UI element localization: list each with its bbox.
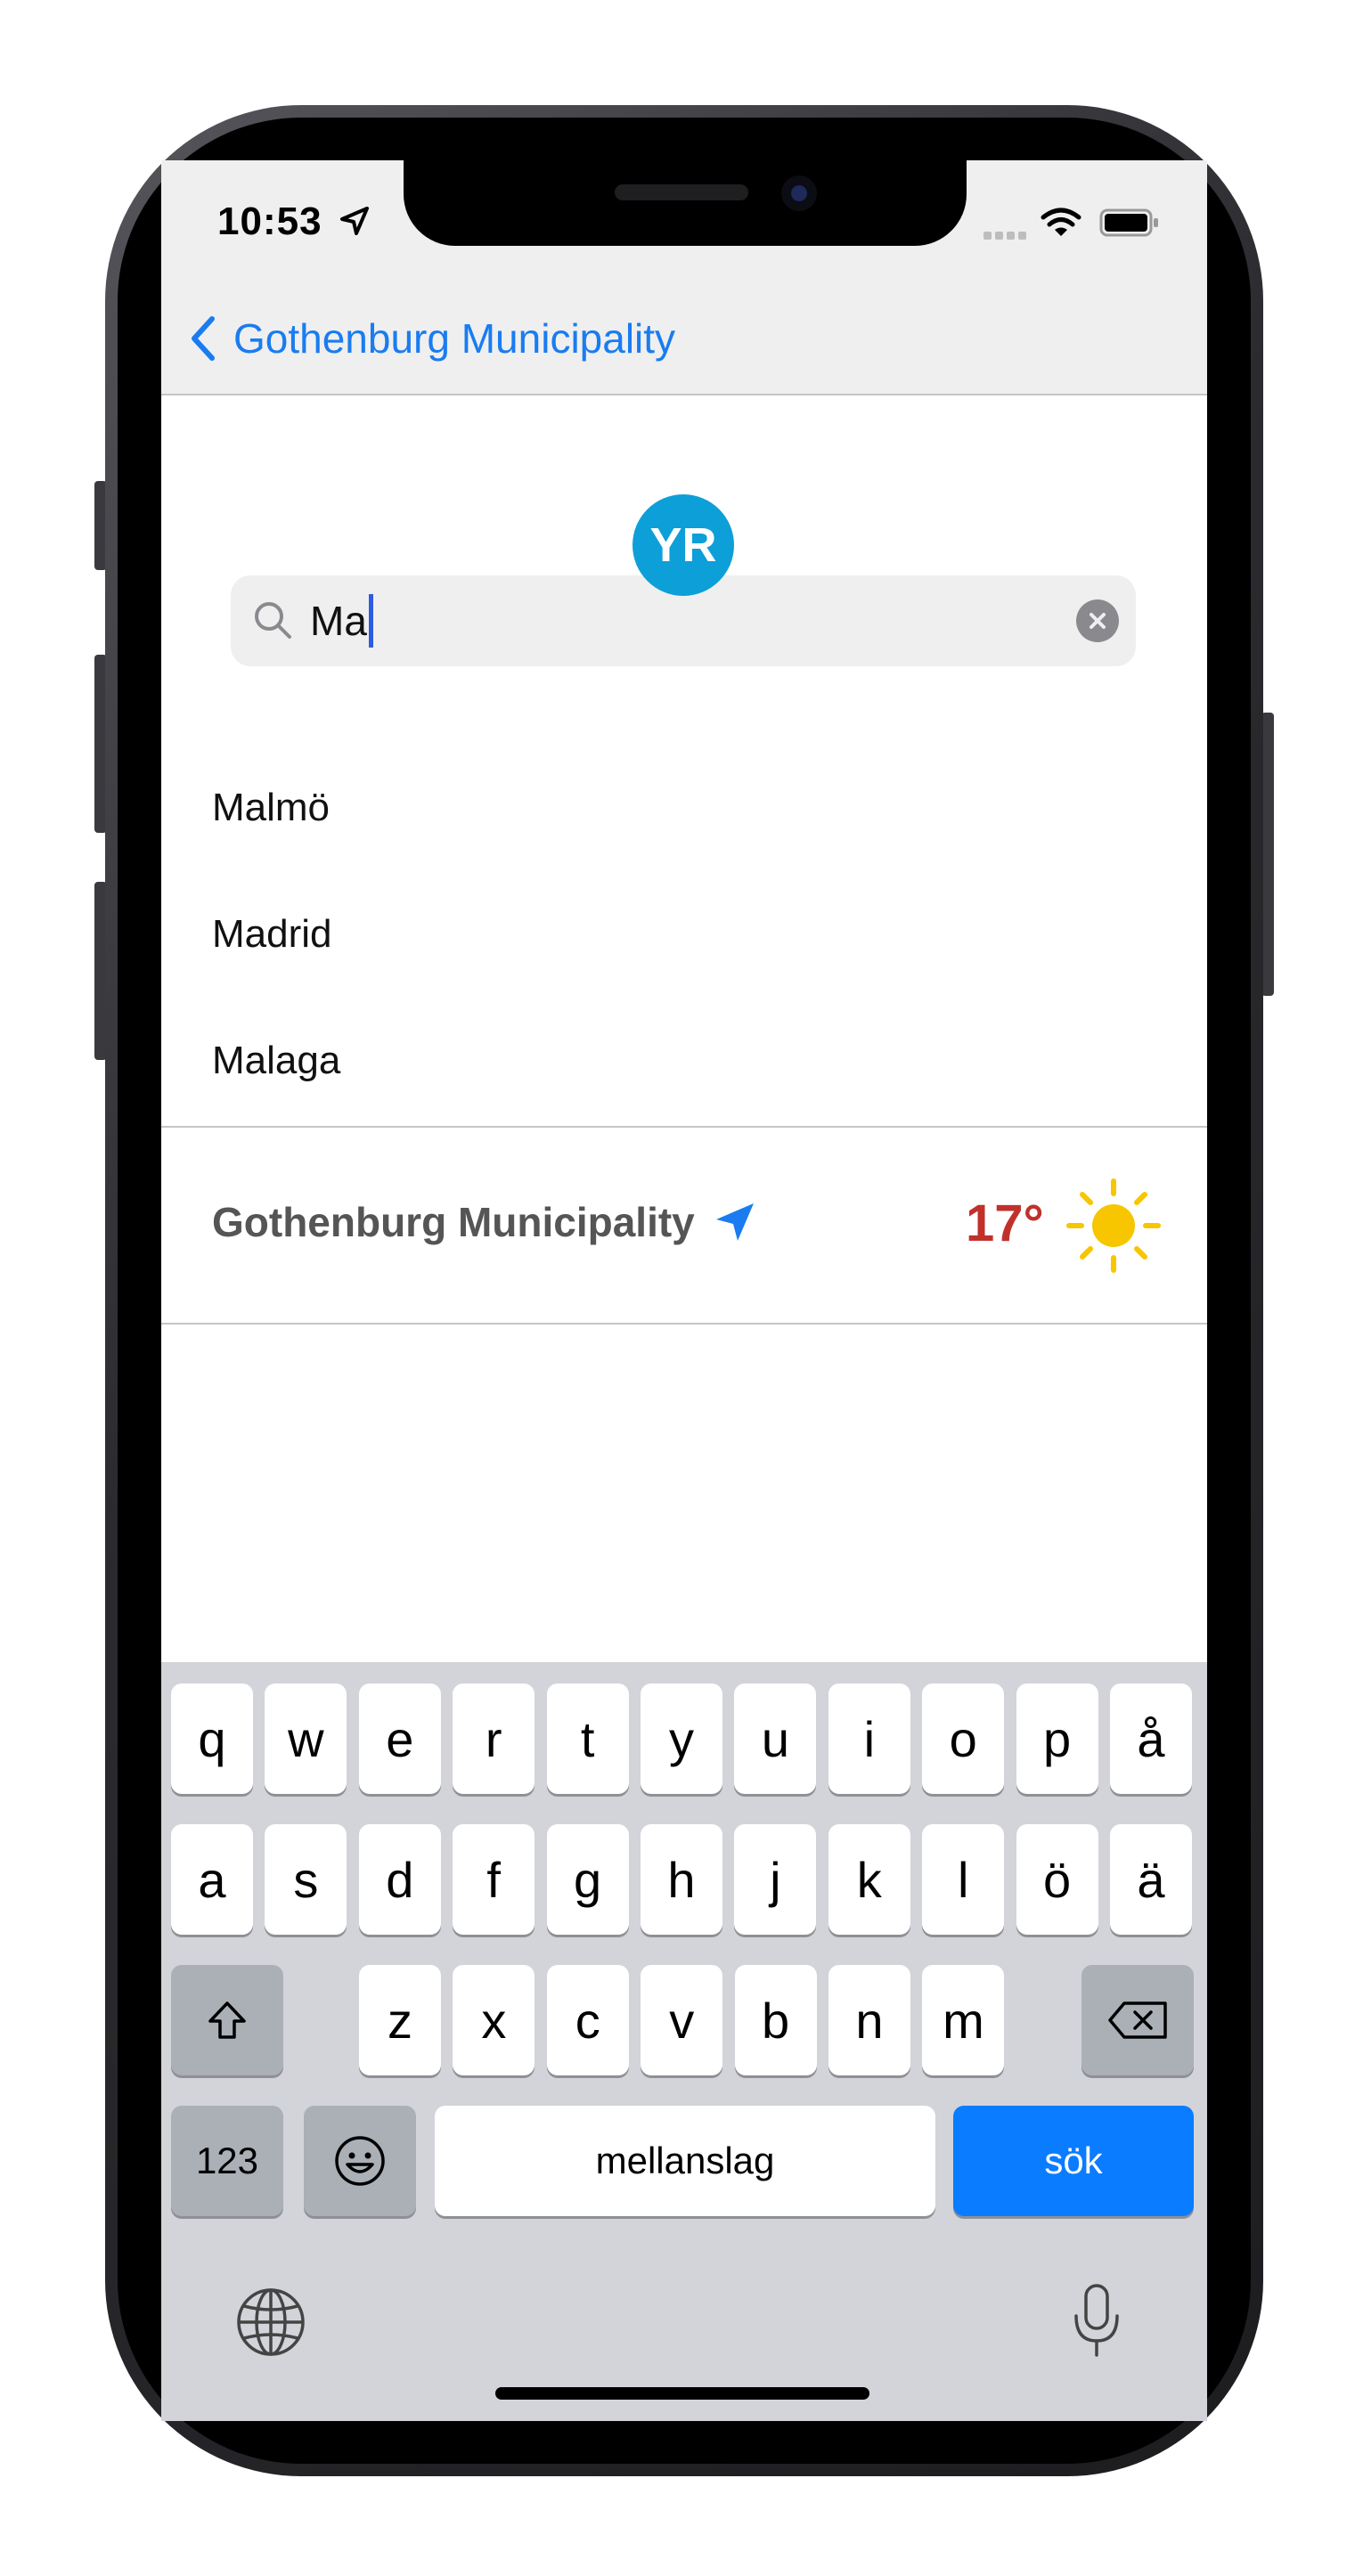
key-row2-9[interactable]: l [922, 1824, 1005, 1935]
microphone-icon[interactable] [1065, 2280, 1128, 2360]
home-indicator [495, 2387, 869, 2400]
emoji-key[interactable] [304, 2106, 416, 2216]
current-location-row[interactable]: Gothenburg Municipality [212, 1198, 757, 1246]
key-row3-2[interactable]: x [453, 1965, 535, 2075]
key-row1-9[interactable]: o [922, 1683, 1005, 1794]
back-button[interactable]: Gothenburg Municipality [189, 312, 675, 365]
key-row1-7[interactable]: u [734, 1683, 817, 1794]
search-key[interactable]: sök [953, 2106, 1194, 2216]
key-row2-11[interactable]: ä [1110, 1824, 1192, 1935]
chevron-left-icon [192, 316, 215, 361]
key-row2-10[interactable]: ö [1016, 1824, 1098, 1935]
key-row1-6[interactable]: y [641, 1683, 722, 1794]
yr-logo: YR [633, 494, 734, 596]
front-camera [781, 175, 817, 211]
battery-icon [1099, 208, 1158, 237]
back-button-label: Gothenburg Municipality [233, 315, 676, 362]
key-row1-8[interactable]: i [828, 1683, 910, 1794]
status-time: 10:53 [217, 200, 322, 243]
key-row1-10[interactable]: p [1016, 1683, 1098, 1794]
key-row2-2[interactable]: s [265, 1824, 347, 1935]
key-row1-1[interactable]: q [171, 1683, 253, 1794]
key-row2-4[interactable]: f [453, 1824, 535, 1935]
speaker [615, 184, 748, 200]
key-row2-3[interactable]: d [358, 1824, 441, 1935]
space-key[interactable]: mellanslag [435, 2106, 935, 2216]
current-temperature: 17° [966, 1194, 1044, 1252]
nav-divider [161, 394, 1207, 395]
search-input[interactable]: Ma [310, 593, 373, 648]
current-location-name: Gothenburg Municipality [212, 1199, 695, 1245]
shift-icon [208, 2001, 246, 2039]
key-row1-3[interactable]: e [358, 1683, 441, 1794]
location-arrow-icon [715, 1203, 754, 1241]
backspace-icon [1108, 2001, 1167, 2039]
result-item-malaga[interactable]: Malaga [212, 1039, 340, 1083]
key-row1-11[interactable]: å [1110, 1683, 1192, 1794]
delete-key[interactable] [1081, 1965, 1194, 2075]
key-row2-6[interactable]: h [641, 1824, 722, 1935]
notch [404, 160, 967, 246]
key-row2-8[interactable]: k [828, 1824, 910, 1935]
key-row2-1[interactable]: a [171, 1824, 253, 1935]
result-item-madrid[interactable]: Madrid [212, 912, 332, 957]
location-services-icon [340, 207, 369, 235]
results-divider [161, 1126, 1207, 1128]
power-button [1261, 713, 1274, 996]
key-row1-5[interactable]: t [546, 1683, 629, 1794]
emoji-icon [335, 2136, 385, 2186]
key-row3-1[interactable]: z [359, 1965, 441, 2075]
key-row3-5[interactable]: b [734, 1965, 817, 2075]
text-cursor [368, 594, 373, 648]
numbers-key[interactable]: 123 [171, 2106, 283, 2216]
wifi-icon [1041, 208, 1081, 236]
search-input-text: Ma [310, 598, 367, 644]
key-row3-6[interactable]: n [828, 1965, 910, 2075]
key-row1-2[interactable]: w [265, 1683, 347, 1794]
key-row3-7[interactable]: m [922, 1965, 1005, 2075]
close-icon [1090, 613, 1106, 629]
clear-search-button[interactable] [1076, 599, 1119, 642]
key-row2-7[interactable]: j [734, 1824, 817, 1935]
key-row3-3[interactable]: c [546, 1965, 629, 2075]
key-row1-4[interactable]: r [453, 1683, 535, 1794]
location-divider [161, 1323, 1207, 1325]
shift-key[interactable] [171, 1965, 283, 2075]
sun-icon [1066, 1178, 1161, 1273]
result-item-malmo[interactable]: Malmö [212, 786, 330, 830]
search-icon [255, 602, 291, 639]
cellular-signal-icon [983, 228, 1030, 244]
globe-icon[interactable] [233, 2285, 308, 2360]
key-row3-4[interactable]: v [641, 1965, 723, 2075]
key-row2-5[interactable]: g [546, 1824, 629, 1935]
